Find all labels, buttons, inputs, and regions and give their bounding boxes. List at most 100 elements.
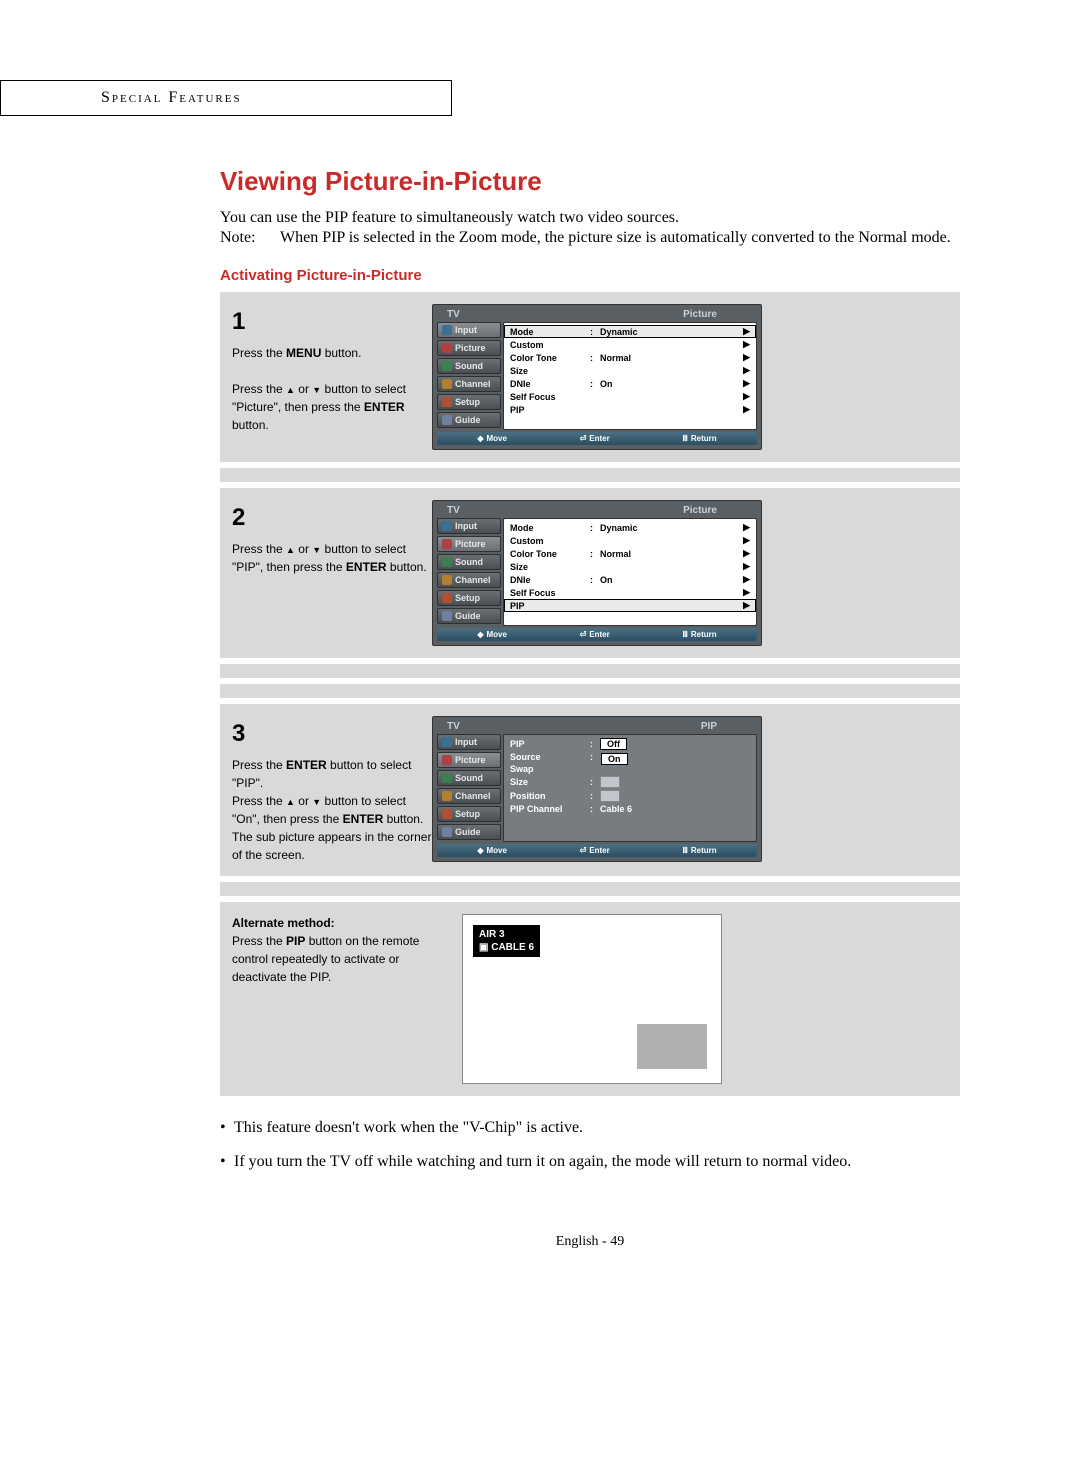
osd-source-label: TV: [447, 309, 460, 320]
osd-tab-channel[interactable]: Channel: [437, 376, 501, 392]
osd-hint-enter: ⏎Enter: [580, 846, 610, 855]
osd-tab-input[interactable]: Input: [437, 322, 501, 338]
sound-icon: [442, 361, 452, 371]
guide-icon: [442, 611, 452, 621]
setup-icon: [442, 397, 452, 407]
picture-icon: [442, 343, 452, 353]
osd-main-panel: Mode:Dynamic▶ Custom▶ Color Tone:Normal▶…: [503, 322, 757, 430]
osd-source-label: TV: [447, 721, 460, 732]
osd-item-colortone[interactable]: Color Tone:Normal▶: [504, 351, 756, 364]
osd-menu-title: Picture: [683, 505, 717, 516]
osd-hint-return: ⅢReturn: [682, 434, 716, 443]
osd-item-pip[interactable]: PIP▶: [504, 403, 756, 416]
down-arrow-icon: ▼: [312, 545, 321, 555]
osd-item-size[interactable]: Size▶: [504, 560, 756, 573]
sound-icon: [442, 773, 452, 783]
osd-footer: ◆Move ⏎Enter ⅢReturn: [437, 628, 757, 641]
osd-item-source[interactable]: Source:: [504, 751, 756, 763]
setup-icon: [442, 809, 452, 819]
osd-item-pip-size[interactable]: Size:: [504, 775, 756, 789]
position-preview-icon: [600, 790, 620, 802]
guide-icon: [442, 415, 452, 425]
tv-channel-label: AIR 3 ▣ CABLE 6: [473, 925, 540, 957]
osd-tab-sound[interactable]: Sound: [437, 358, 501, 374]
panel-spacer: [220, 664, 960, 678]
osd-hint-move: ◆Move: [477, 846, 507, 855]
section-header: Special Features: [101, 89, 242, 106]
return-icon: Ⅲ: [682, 434, 688, 443]
osd-item-custom[interactable]: Custom▶: [504, 534, 756, 547]
pip-on-value: On: [601, 753, 628, 765]
osd-item-pip[interactable]: PIP▶: [504, 599, 756, 612]
note-label: Note:: [220, 229, 280, 247]
osd-tab-input[interactable]: Input: [437, 518, 501, 534]
alternate-panel: Alternate method: Press the PIP button o…: [220, 902, 960, 1096]
osd-main-panel: Mode:Dynamic▶ Custom▶ Color Tone:Normal▶…: [503, 518, 757, 626]
osd-sidebar: Input Picture Sound Channel Setup Guide: [437, 518, 501, 626]
intro-text: You can use the PIP feature to simultane…: [220, 207, 960, 229]
osd-item-swap[interactable]: Swap: [504, 763, 756, 775]
osd-tab-picture[interactable]: Picture: [437, 752, 501, 768]
osd-main-panel: PIP: Off On Source: Swap Size:: [503, 734, 757, 842]
osd-tab-guide[interactable]: Guide: [437, 824, 501, 840]
setup-icon: [442, 593, 452, 603]
osd-sidebar: Input Picture Sound Channel Setup Guide: [437, 734, 501, 842]
osd-item-pip-toggle[interactable]: PIP: Off On: [504, 737, 756, 751]
osd-screenshot: TV Picture Input Picture Sound Channel S…: [432, 500, 762, 646]
down-arrow-icon: ▼: [312, 385, 321, 395]
osd-screenshot: TV Picture Input Picture Sound Channel S…: [432, 304, 762, 450]
osd-item-colortone[interactable]: Color Tone:Normal▶: [504, 547, 756, 560]
picture-icon: [442, 755, 452, 765]
osd-hint-enter: ⏎Enter: [580, 434, 610, 443]
step-text: 2 Press the ▲ or ▼ button to select "PIP…: [232, 500, 432, 576]
osd-tab-sound[interactable]: Sound: [437, 770, 501, 786]
osd-tab-setup[interactable]: Setup: [437, 394, 501, 410]
up-arrow-icon: ▲: [286, 545, 295, 555]
osd-tab-picture[interactable]: Picture: [437, 340, 501, 356]
osd-hint-enter: ⏎Enter: [580, 630, 610, 639]
osd-footer: ◆Move ⏎Enter ⅢReturn: [437, 844, 757, 857]
panel-spacer: [220, 684, 960, 698]
osd-tab-channel[interactable]: Channel: [437, 788, 501, 804]
osd-tab-channel[interactable]: Channel: [437, 572, 501, 588]
note-item: If you turn the TV off while watching an…: [234, 1150, 851, 1174]
osd-footer: ◆Move ⏎Enter ⅢReturn: [437, 432, 757, 445]
guide-icon: [442, 827, 452, 837]
up-arrow-icon: ▲: [286, 797, 295, 807]
osd-item-mode[interactable]: Mode:Dynamic▶: [504, 521, 756, 534]
osd-item-dnie[interactable]: DNIe:On▶: [504, 377, 756, 390]
osd-tab-input[interactable]: Input: [437, 734, 501, 750]
osd-tab-setup[interactable]: Setup: [437, 590, 501, 606]
up-arrow-icon: ▲: [286, 385, 295, 395]
osd-tab-picture[interactable]: Picture: [437, 536, 501, 552]
section-header-box: Special Features: [0, 80, 452, 116]
osd-tab-sound[interactable]: Sound: [437, 554, 501, 570]
osd-item-position[interactable]: Position:: [504, 789, 756, 803]
osd-item-pip-channel[interactable]: PIP Channel:Cable 6: [504, 803, 756, 815]
bullet-icon: •: [220, 1150, 234, 1174]
osd-item-size[interactable]: Size▶: [504, 364, 756, 377]
osd-item-mode[interactable]: Mode:Dynamic▶: [504, 325, 756, 338]
bullet-icon: •: [220, 1116, 234, 1140]
right-arrow-icon: ▶: [740, 326, 750, 337]
osd-item-selffocus[interactable]: Self Focus▶: [504, 390, 756, 403]
note-item: This feature doesn't work when the "V-Ch…: [234, 1116, 583, 1140]
channel-icon: [442, 791, 452, 801]
page-footer: English - 49: [220, 1234, 960, 1250]
down-arrow-icon: ▼: [312, 797, 321, 807]
osd-sidebar: Input Picture Sound Channel Setup Guide: [437, 322, 501, 430]
step-panel: 2 Press the ▲ or ▼ button to select "PIP…: [220, 488, 960, 658]
osd-tab-guide[interactable]: Guide: [437, 412, 501, 428]
osd-item-dnie[interactable]: DNIe:On▶: [504, 573, 756, 586]
osd-hint-return: ⅢReturn: [682, 846, 716, 855]
step-number: 3: [232, 716, 432, 752]
picture-icon: [442, 539, 452, 549]
step-text: 1 Press the MENU button. Press the ▲ or …: [232, 304, 432, 434]
osd-item-selffocus[interactable]: Self Focus▶: [504, 586, 756, 599]
osd-tab-guide[interactable]: Guide: [437, 608, 501, 624]
osd-tab-setup[interactable]: Setup: [437, 806, 501, 822]
alternate-text: Alternate method: Press the PIP button o…: [232, 914, 432, 986]
osd-hint-return: ⅢReturn: [682, 630, 716, 639]
size-preview-icon: [600, 776, 620, 788]
osd-item-custom[interactable]: Custom▶: [504, 338, 756, 351]
